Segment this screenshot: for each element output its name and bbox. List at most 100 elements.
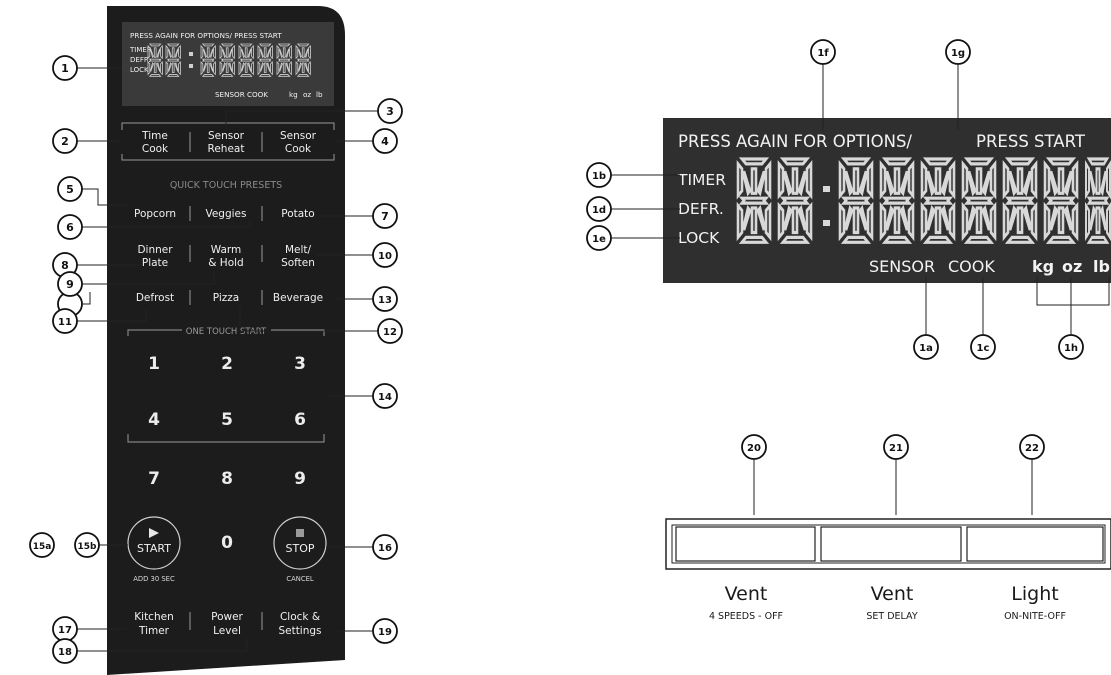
display-unit-kg: kg: [289, 90, 298, 99]
power-level-label-1: Power: [211, 611, 243, 623]
callout-1: 1: [61, 62, 69, 75]
vent-speed-title: Vent: [725, 583, 768, 605]
callout-15b: 15b: [78, 542, 98, 552]
melt-soften-label-1: Melt/: [285, 244, 312, 256]
big-display-kg: kg: [1032, 257, 1054, 276]
dinner-plate-label-1: Dinner: [137, 244, 173, 256]
warm-hold-label-1: Warm: [211, 244, 242, 256]
digit-2-button[interactable]: 2: [221, 354, 233, 374]
digit-9-button[interactable]: 9: [294, 469, 306, 489]
callout-22: 22: [1025, 443, 1039, 454]
callout-14: 14: [378, 392, 392, 403]
clock-settings-label-2: Settings: [278, 625, 321, 637]
vent-delay-title: Vent: [871, 583, 914, 605]
callout-4: 4: [381, 135, 389, 148]
dinner-plate-button[interactable]: Dinner Plate: [137, 244, 173, 269]
callout-2: 2: [61, 135, 69, 148]
dinner-plate-label-2: Plate: [142, 257, 168, 269]
one-touch-heading: ONE TOUCH START: [186, 327, 267, 337]
callout-1f: 1f: [817, 48, 829, 59]
vent-speed-sub: 4 SPEEDS - OFF: [709, 611, 783, 622]
callout-18: 18: [58, 647, 72, 658]
start-label: START: [137, 542, 171, 555]
kitchen-timer-label-2: Timer: [138, 625, 170, 637]
big-display-timer: TIMER: [677, 171, 726, 189]
big-display-lock: LOCK: [678, 229, 720, 247]
callout-5: 5: [66, 183, 74, 196]
light-sub: ON-NITE-OFF: [1004, 611, 1066, 622]
power-level-label-2: Level: [213, 625, 241, 637]
stop-sub-label: CANCEL: [286, 575, 314, 583]
big-display-lb: lb: [1093, 257, 1110, 276]
callout-15a: 15a: [33, 542, 52, 552]
melt-soften-button[interactable]: Melt/ Soften: [281, 244, 315, 269]
veggies-button[interactable]: Veggies: [205, 208, 246, 220]
pizza-button[interactable]: Pizza: [213, 292, 239, 304]
digit-0-button[interactable]: 0: [221, 533, 233, 553]
callout-7: 7: [381, 210, 389, 223]
callout-9: 9: [66, 278, 74, 291]
time-cook-label-1: Time: [141, 130, 168, 142]
digit-8-button[interactable]: 8: [221, 469, 233, 489]
defrost-button[interactable]: Defrost: [136, 292, 174, 304]
start-sub-label: ADD 30 SEC: [133, 575, 175, 583]
big-display-top-left: PRESS AGAIN FOR OPTIONS/: [678, 132, 912, 151]
callout-8: 8: [61, 259, 69, 272]
callout-20: 20: [747, 443, 761, 454]
popcorn-button[interactable]: Popcorn: [134, 208, 176, 220]
digit-7-button[interactable]: 7: [148, 469, 160, 489]
callout-1d: 1d: [592, 205, 606, 216]
callout-1c: 1c: [977, 343, 990, 354]
colon-dot: [189, 52, 193, 56]
callout-12: 12: [383, 327, 397, 338]
kitchen-timer-label-1: Kitchen: [134, 611, 173, 623]
digit-1-button[interactable]: 1: [148, 354, 160, 374]
warm-hold-button[interactable]: Warm & Hold: [208, 244, 243, 269]
time-cook-button[interactable]: Time Cook: [141, 130, 169, 155]
presets-heading: QUICK TOUCH PRESETS: [170, 180, 282, 191]
sensor-reheat-button[interactable]: Sensor Reheat: [208, 130, 245, 155]
clock-settings-label-1: Clock &: [280, 611, 320, 623]
callout-19: 19: [378, 627, 392, 638]
callout-17: 17: [58, 625, 72, 636]
warm-hold-label-2: & Hold: [208, 257, 243, 269]
display-lock: LOCK: [130, 66, 149, 74]
melt-soften-label-2: Soften: [281, 257, 315, 269]
big-display-sensor: SENSOR: [869, 257, 935, 276]
big-display-top-right: PRESS START: [976, 132, 1086, 151]
digit-4-button[interactable]: 4: [148, 410, 160, 430]
stop-label: STOP: [286, 542, 315, 555]
digit-5-button[interactable]: 5: [221, 410, 233, 430]
time-cook-label-2: Cook: [142, 143, 169, 155]
vent-delay-sub: SET DELAY: [866, 611, 917, 622]
sensor-reheat-label-2: Reheat: [208, 143, 245, 155]
callout-1a: 1a: [919, 343, 933, 354]
callout-16: 16: [378, 543, 392, 554]
vent-leader-lines: [753, 459, 1033, 515]
big-display-cook: COOK: [948, 257, 995, 276]
beverage-button[interactable]: Beverage: [273, 292, 323, 304]
callout-10: 10: [378, 251, 392, 262]
callout-3: 3: [386, 105, 394, 118]
callout-6: 6: [66, 221, 74, 234]
sensor-cook-label-2: Cook: [285, 143, 312, 155]
sensor-cook-label-1: Sensor: [280, 130, 317, 142]
big-display-oz: oz: [1062, 257, 1082, 276]
callout-21: 21: [889, 443, 903, 454]
callout-1e: 1e: [592, 234, 606, 245]
digit-3-button[interactable]: 3: [294, 354, 306, 374]
stop-icon: [296, 529, 304, 537]
display-unit-lb: lb: [316, 90, 323, 99]
digit-6-button[interactable]: 6: [294, 410, 306, 430]
callout-13: 13: [378, 295, 392, 306]
colon-dot: [189, 64, 193, 68]
potato-button[interactable]: Potato: [281, 208, 314, 220]
callout-1h: 1h: [1064, 343, 1078, 354]
callout-11: 11: [58, 317, 72, 328]
big-colon-dot: [823, 186, 830, 192]
big-colon-dot: [823, 220, 830, 226]
display-top-line: PRESS AGAIN FOR OPTIONS/ PRESS START: [130, 31, 282, 40]
display-unit-oz: oz: [303, 90, 311, 99]
callout-1g: 1g: [951, 48, 965, 59]
sensor-reheat-label-1: Sensor: [208, 130, 245, 142]
